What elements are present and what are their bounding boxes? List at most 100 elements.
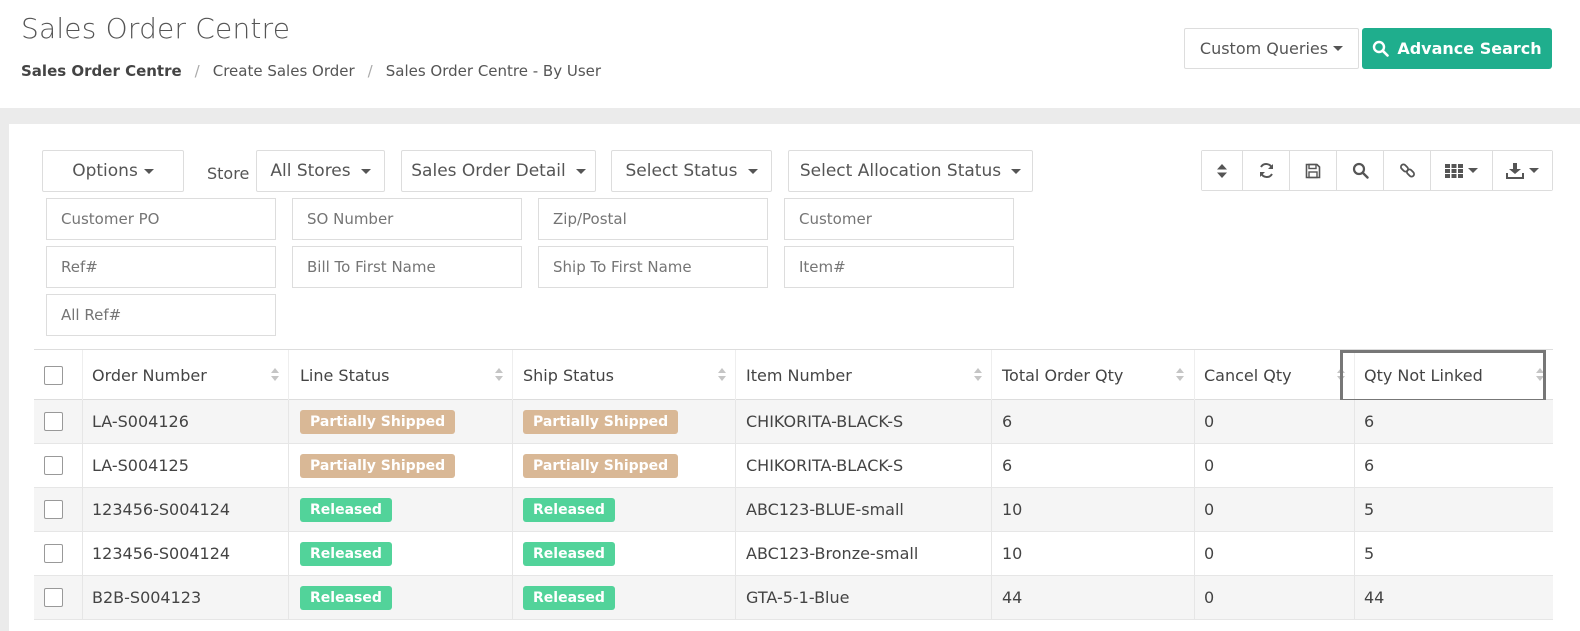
column-divider — [512, 400, 513, 443]
column-header-order-number[interactable]: Order Number — [92, 350, 207, 400]
row-checkbox[interactable] — [44, 500, 63, 519]
sort-icon[interactable] — [974, 368, 982, 382]
column-divider — [288, 532, 289, 575]
options-label: Options — [72, 161, 138, 181]
breadcrumb-item-sales-order-centre[interactable]: Sales Order Centre — [21, 62, 182, 80]
cancel-qty-cell: 0 — [1204, 500, 1215, 519]
column-divider — [1194, 350, 1195, 400]
customer-po-input[interactable] — [46, 198, 276, 240]
column-divider — [1354, 444, 1355, 487]
column-divider — [82, 532, 83, 575]
store-select[interactable]: All Stores — [256, 150, 385, 192]
bill-to-first-name-input[interactable] — [292, 246, 522, 288]
all-ref-input[interactable] — [46, 294, 276, 336]
order-number-cell[interactable]: 123456-S004124 — [92, 488, 230, 531]
ship-status-cell: Partially Shipped — [523, 444, 679, 487]
column-divider — [1194, 576, 1195, 619]
status-badge: Released — [523, 585, 615, 610]
total-qty-cell: 10 — [1002, 544, 1023, 563]
row-checkbox[interactable] — [44, 544, 63, 563]
row-checkbox[interactable] — [44, 588, 63, 607]
column-divider — [735, 350, 736, 400]
column-divider — [288, 488, 289, 531]
column-header-cancel-qty[interactable]: Cancel Qty — [1204, 350, 1292, 400]
column-divider — [1194, 444, 1195, 487]
page-title: Sales Order Centre — [21, 12, 291, 45]
column-divider — [1354, 576, 1355, 619]
column-divider — [288, 350, 289, 400]
customer-input[interactable] — [784, 198, 1014, 240]
column-divider — [991, 532, 992, 575]
total-qty-cell: 6 — [1002, 412, 1013, 431]
item-number-cell: GTA-5-1-Blue — [746, 588, 850, 607]
column-divider — [288, 576, 289, 619]
cancel-qty-cell: 0 — [1204, 588, 1215, 607]
download-icon — [1506, 162, 1524, 179]
column-divider — [991, 444, 992, 487]
ref-input[interactable] — [46, 246, 276, 288]
item-number-cell: ABC123-Bronze-small — [746, 544, 919, 563]
column-divider — [512, 350, 513, 400]
status-badge: Partially Shipped — [300, 409, 456, 434]
sort-icon — [1217, 163, 1227, 178]
sort-icon[interactable] — [1176, 368, 1184, 382]
search-icon — [1373, 40, 1390, 57]
search-toolbar-button[interactable] — [1337, 151, 1384, 190]
column-header-ship-status[interactable]: Ship Status — [523, 350, 614, 400]
ship-status-cell: Released — [523, 532, 615, 575]
order-number-cell[interactable]: LA-S004126 — [92, 400, 189, 443]
table-row[interactable]: B2B-S004123 Released Released GTA-5-1-Bl… — [34, 576, 1553, 620]
columns-dropdown-button[interactable] — [1431, 151, 1493, 190]
table-row[interactable]: LA-S004125 Partially Shipped Partially S… — [34, 444, 1553, 488]
refresh-button[interactable] — [1243, 151, 1290, 190]
breadcrumb-item-by-user[interactable]: Sales Order Centre - By User — [386, 62, 601, 80]
column-divider — [82, 400, 83, 443]
ship-to-first-name-input[interactable] — [538, 246, 768, 288]
item-number-input[interactable] — [784, 246, 1014, 288]
table-row[interactable]: LA-S004126 Partially Shipped Partially S… — [34, 400, 1553, 444]
order-number-cell[interactable]: B2B-S004123 — [92, 576, 201, 619]
column-divider — [735, 576, 736, 619]
status-select[interactable]: Select Status — [611, 150, 772, 192]
breadcrumb-item-create-sales-order[interactable]: Create Sales Order — [213, 62, 355, 80]
qty-not-linked-cell: 5 — [1364, 544, 1375, 563]
search-icon — [1352, 162, 1369, 179]
sort-icon[interactable] — [271, 368, 279, 382]
select-all-checkbox[interactable] — [44, 366, 63, 385]
status-badge: Released — [300, 541, 392, 566]
column-divider — [512, 444, 513, 487]
cancel-qty-cell: 0 — [1204, 544, 1215, 563]
sort-icon[interactable] — [718, 368, 726, 382]
export-dropdown-button[interactable] — [1493, 151, 1552, 190]
total-qty-cell: 6 — [1002, 456, 1013, 475]
so-number-input[interactable] — [292, 198, 522, 240]
column-header-total-order-qty[interactable]: Total Order Qty — [1002, 350, 1123, 400]
custom-queries-dropdown[interactable]: Custom Queries — [1184, 28, 1359, 69]
table-row[interactable]: 123456-S004124 Released Released ABC123-… — [34, 488, 1553, 532]
column-divider — [735, 400, 736, 443]
sort-toggle-button[interactable] — [1202, 151, 1243, 190]
advance-search-label: Advance Search — [1397, 39, 1542, 58]
store-select-value: All Stores — [270, 161, 351, 181]
table-header: Order Number Line Status Ship Status Ite… — [34, 349, 1553, 402]
qty-not-linked-cell: 44 — [1364, 588, 1385, 607]
table-row[interactable]: 123456-S004124 Released Released ABC123-… — [34, 532, 1553, 576]
save-button[interactable] — [1290, 151, 1337, 190]
column-divider — [512, 576, 513, 619]
zip-postal-input[interactable] — [538, 198, 768, 240]
caret-down-icon — [1468, 168, 1478, 173]
column-header-line-status[interactable]: Line Status — [300, 350, 389, 400]
column-divider — [991, 488, 992, 531]
link-button[interactable] — [1384, 151, 1431, 190]
advance-search-button[interactable]: Advance Search — [1362, 28, 1552, 69]
row-checkbox[interactable] — [44, 412, 63, 431]
row-checkbox[interactable] — [44, 456, 63, 475]
sort-icon[interactable] — [495, 368, 503, 382]
allocation-status-select[interactable]: Select Allocation Status — [788, 150, 1033, 192]
detail-select[interactable]: Sales Order Detail — [401, 150, 596, 192]
qty-not-linked-cell: 6 — [1364, 412, 1375, 431]
column-header-item-number[interactable]: Item Number — [746, 350, 852, 400]
options-dropdown[interactable]: Options — [42, 150, 184, 192]
order-number-cell[interactable]: 123456-S004124 — [92, 532, 230, 575]
order-number-cell[interactable]: LA-S004125 — [92, 444, 189, 487]
